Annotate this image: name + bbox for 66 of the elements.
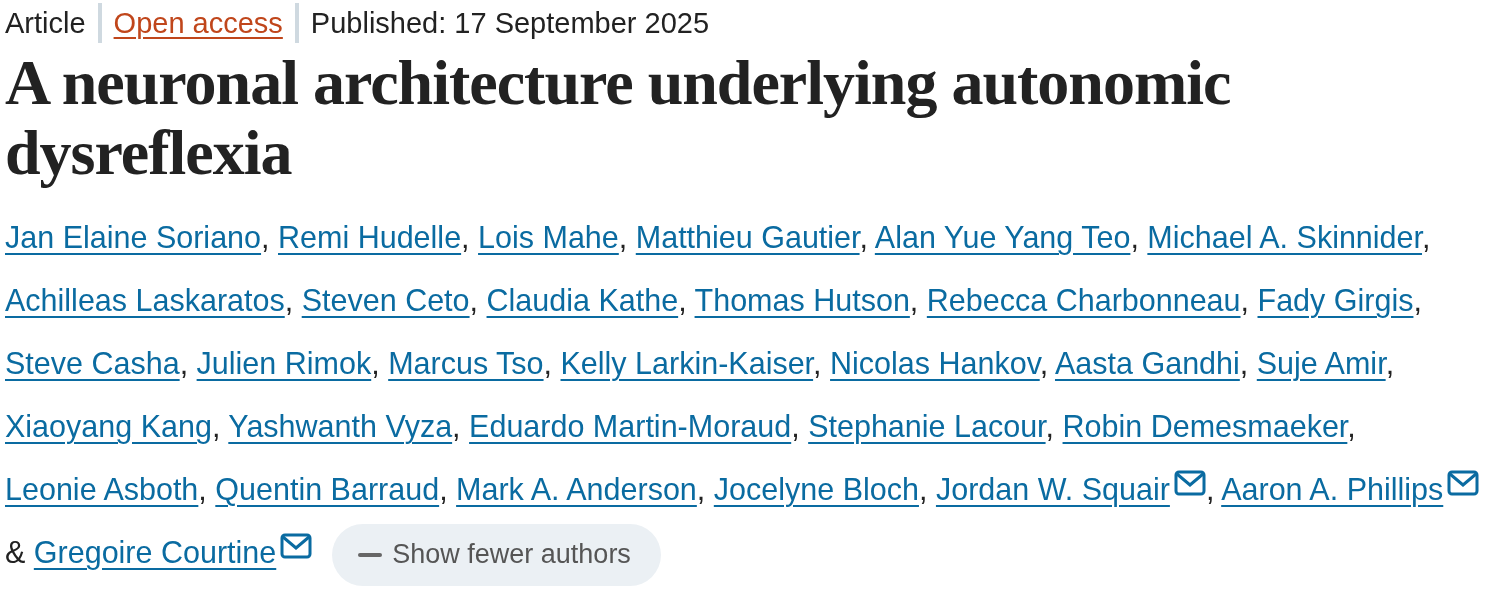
author-link[interactable]: Lois Mahe <box>478 220 619 254</box>
separator: , <box>1205 472 1215 506</box>
separator: , <box>791 409 800 443</box>
author-link[interactable]: Gregoire Courtine <box>33 535 313 569</box>
author-link[interactable]: Kelly Larkin-Kaiser <box>560 346 814 380</box>
separator: , <box>179 346 189 380</box>
separator: , <box>1413 283 1422 317</box>
separator: , <box>469 283 479 317</box>
author-link[interactable]: Julien Rimok <box>196 346 372 380</box>
author-link[interactable]: Steve Casha <box>5 346 180 380</box>
author-link[interactable]: Leonie Asboth <box>5 472 199 506</box>
author-link[interactable]: Xiaoyang Kang <box>5 409 212 443</box>
separator: , <box>1130 220 1139 254</box>
author-link[interactable]: Thomas Hutson <box>694 283 910 317</box>
show-fewer-authors-button[interactable]: Show fewer authors <box>332 523 661 586</box>
author-link[interactable]: Nicolas Hankov <box>830 346 1040 380</box>
author-link[interactable]: Yashwanth Vyza <box>228 409 453 443</box>
separator: , <box>371 346 380 380</box>
author-link[interactable]: Jan Elaine Soriano <box>5 220 262 254</box>
separator: , <box>909 283 919 317</box>
separator: , <box>261 220 270 254</box>
author-link[interactable]: Claudia Kathe <box>486 283 679 317</box>
separator: , <box>439 472 448 506</box>
separator: , <box>198 472 207 506</box>
separator: , <box>284 283 294 317</box>
author-link[interactable]: Rebecca Charbonneau <box>926 283 1241 317</box>
separator: , <box>1422 220 1431 254</box>
minus-icon <box>358 552 383 557</box>
article-title: A neuronal architecture underlying autonomic dysreflexia <box>5 48 1232 188</box>
author-link[interactable]: Marcus Tso <box>388 346 544 380</box>
author-link[interactable]: Suje Amir <box>1256 346 1386 380</box>
separator: , <box>1240 283 1249 317</box>
author-link[interactable]: Stephanie Lacour <box>808 409 1046 443</box>
author-link[interactable]: Steven Ceto <box>301 283 470 317</box>
separator: , <box>918 472 928 506</box>
author-link[interactable]: Jocelyne Bloch <box>713 472 919 506</box>
separator: , <box>543 346 553 380</box>
publication-date: Published: 17 September 2025 <box>294 3 722 43</box>
author-link[interactable]: Jordan W. Squair <box>935 472 1206 506</box>
separator: , <box>1347 409 1356 443</box>
article-type: Article <box>5 6 87 41</box>
author-link[interactable]: Michael A. Skinnider <box>1147 220 1422 254</box>
author-link[interactable]: Alan Yue Yang Teo <box>874 220 1131 254</box>
separator: , <box>461 220 470 254</box>
author-link[interactable]: Robin Demesmaeker <box>1062 409 1348 443</box>
separator: & <box>5 535 26 569</box>
author-link[interactable]: Fady Girgis <box>1257 283 1414 317</box>
author-link[interactable]: Achilleas Laskaratos <box>5 283 285 317</box>
separator: , <box>678 283 687 317</box>
separator: , <box>696 472 706 506</box>
separator: , <box>211 409 221 443</box>
author-link[interactable]: Matthieu Gautier <box>635 220 860 254</box>
author-link[interactable]: Mark A. Anderson <box>456 472 697 506</box>
author-link[interactable]: Aasta Gandhi <box>1055 346 1240 380</box>
envelope-icon[interactable] <box>1173 470 1206 496</box>
separator: , <box>618 220 628 254</box>
open-access-link[interactable]: Open access <box>97 3 295 43</box>
envelope-icon[interactable] <box>280 533 313 559</box>
envelope-icon[interactable] <box>1447 470 1480 496</box>
author-link[interactable]: Quentin Barraud <box>215 472 440 506</box>
author-link[interactable]: Aaron A. Phillips <box>1221 472 1480 506</box>
separator: , <box>1239 346 1249 380</box>
author-link[interactable]: Remi Hudelle <box>278 220 462 254</box>
separator: , <box>813 346 822 380</box>
author-link[interactable]: Eduardo Martin-Moraud <box>469 409 792 443</box>
separator: , <box>452 409 461 443</box>
